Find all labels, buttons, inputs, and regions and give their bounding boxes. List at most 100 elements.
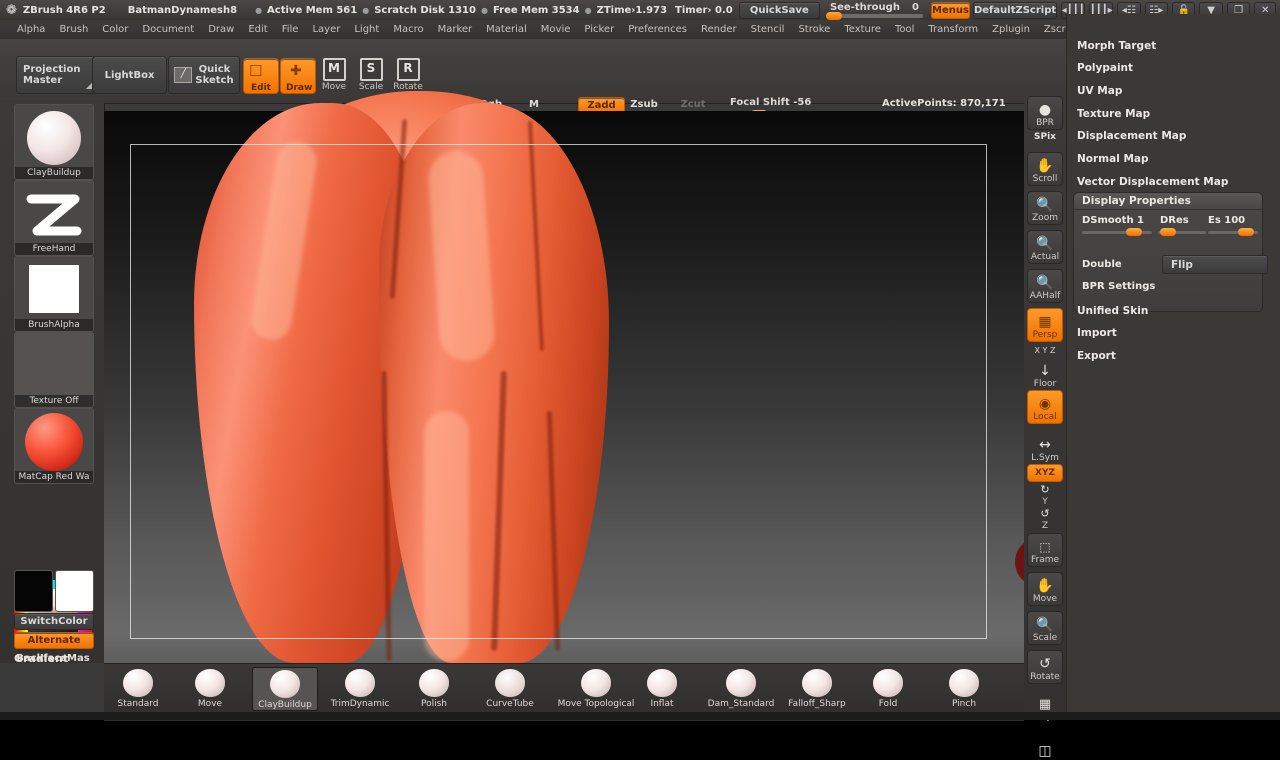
xyz-button[interactable]: XYZ bbox=[1027, 464, 1063, 482]
aahalf-button[interactable]: 🔍 AAHalf bbox=[1027, 269, 1063, 303]
menu-item-color[interactable]: Color bbox=[95, 20, 135, 39]
current-texture-thumb[interactable]: Texture Off bbox=[14, 332, 94, 408]
menu-item-marker[interactable]: Marker bbox=[431, 20, 480, 39]
zoom-button[interactable]: 🔍 Zoom bbox=[1027, 191, 1063, 225]
rotate-z-button[interactable]: ↺ Z bbox=[1027, 507, 1063, 532]
menu-item-macro[interactable]: Macro bbox=[386, 20, 430, 39]
move-mode-button[interactable]: M Move bbox=[318, 58, 350, 92]
gizmo-scale-button[interactable]: 🔍 Scale bbox=[1027, 611, 1063, 645]
brush-item-claybuildup[interactable]: ClayBuildup bbox=[252, 667, 318, 711]
palette-item-export[interactable]: Export bbox=[1077, 350, 1116, 362]
local-button[interactable]: ◉ Local bbox=[1027, 390, 1063, 424]
menu-item-picker[interactable]: Picker bbox=[577, 20, 621, 39]
menus-toggle-button[interactable]: Menus bbox=[931, 1, 970, 19]
palette-item-unified-skin[interactable]: Unified Skin bbox=[1077, 305, 1148, 317]
menu-item-tool[interactable]: Tool bbox=[888, 20, 921, 39]
brush-item-dam-standard[interactable]: Dam_Standard bbox=[702, 667, 780, 709]
menu-item-light[interactable]: Light bbox=[347, 20, 386, 39]
palette-item-polypaint[interactable]: Polypaint bbox=[1077, 62, 1133, 74]
zcut-button[interactable]: Zcut bbox=[678, 97, 708, 112]
menu-item-texture[interactable]: Texture bbox=[837, 20, 888, 39]
secondary-color-swatch[interactable] bbox=[55, 570, 94, 612]
bpr-button[interactable]: ● BPR bbox=[1027, 96, 1063, 130]
current-material-thumb[interactable]: MatCap Red Wa bbox=[14, 408, 94, 484]
double-label[interactable]: Double bbox=[1082, 259, 1122, 270]
rotate-mode-button[interactable]: R Rotate bbox=[392, 58, 424, 92]
actual-size-button[interactable]: 🔍 Actual bbox=[1027, 230, 1063, 264]
transparency-button[interactable]: ◫ bbox=[1027, 726, 1063, 760]
es-track[interactable] bbox=[1208, 228, 1258, 236]
menu-item-preferences[interactable]: Preferences bbox=[621, 20, 694, 39]
switch-color-button[interactable]: SwitchColor bbox=[14, 613, 94, 630]
frame-button[interactable]: ⬚ Frame bbox=[1027, 533, 1063, 567]
quick-sketch-button[interactable]: ╱ Quick Sketch bbox=[168, 56, 240, 94]
menu-item-movie[interactable]: Movie bbox=[534, 20, 578, 39]
palette-item-uv-map[interactable]: UV Map bbox=[1077, 85, 1122, 97]
menu-item-stencil[interactable]: Stencil bbox=[744, 20, 792, 39]
floor-button[interactable]: ↓ Floor bbox=[1027, 356, 1063, 390]
palette-item-normal-map[interactable]: Normal Map bbox=[1077, 153, 1149, 165]
menu-item-file[interactable]: File bbox=[275, 20, 306, 39]
current-alpha-thumb[interactable]: BrushAlpha bbox=[14, 256, 94, 332]
menu-item-draw[interactable]: Draw bbox=[201, 20, 241, 39]
zsub-button[interactable]: Zsub bbox=[628, 97, 660, 112]
palette-item-vector-displacement-map[interactable]: Vector Displacement Map bbox=[1077, 176, 1228, 188]
menu-item-document[interactable]: Document bbox=[135, 20, 201, 39]
local-symmetry-button[interactable]: ↔ L.Sym bbox=[1027, 430, 1063, 464]
perspective-button[interactable]: ▦ Persp bbox=[1027, 308, 1063, 342]
palette-item-texture-map[interactable]: Texture Map bbox=[1077, 108, 1150, 120]
current-stroke-thumb[interactable]: FreeHand bbox=[14, 180, 94, 256]
quicksave-button[interactable]: QuickSave bbox=[738, 1, 820, 19]
rotate-y-button[interactable]: ↻ Y bbox=[1027, 483, 1063, 508]
palette-item-morph-target[interactable]: Morph Target bbox=[1077, 40, 1156, 52]
brush-item-polish[interactable]: Polish bbox=[402, 667, 466, 709]
gizmo-move-button[interactable]: ✋ Move bbox=[1027, 572, 1063, 606]
flip-button[interactable]: Flip bbox=[1162, 255, 1268, 274]
see-through-track[interactable] bbox=[825, 12, 924, 20]
canvas-area[interactable]: ✚ bbox=[104, 91, 1065, 663]
menu-item-edit[interactable]: Edit bbox=[241, 20, 274, 39]
menu-item-layer[interactable]: Layer bbox=[305, 20, 347, 39]
palette-item-displacement-map[interactable]: Displacement Map bbox=[1077, 130, 1186, 142]
bpr-settings-label[interactable]: BPR Settings bbox=[1082, 281, 1155, 292]
see-through-knob[interactable] bbox=[825, 12, 842, 20]
backface-mask-button[interactable]: BackfaceMas bbox=[14, 651, 92, 666]
primary-color-swatch[interactable] bbox=[14, 570, 53, 612]
menu-item-brush[interactable]: Brush bbox=[52, 20, 95, 39]
brush-item-move[interactable]: Move bbox=[178, 667, 242, 709]
m-button[interactable]: M bbox=[525, 97, 543, 112]
brush-item-inflat[interactable]: Inflat bbox=[630, 667, 694, 709]
brush-item-pinch[interactable]: Pinch bbox=[932, 667, 996, 709]
display-properties-title[interactable]: Display Properties bbox=[1074, 193, 1262, 210]
dres-track[interactable] bbox=[1158, 228, 1206, 236]
brush-item-standard[interactable]: Standard bbox=[106, 667, 170, 709]
brush-item-move-topological[interactable]: Move Topological bbox=[552, 667, 640, 709]
alternate-button[interactable]: Alternate bbox=[14, 632, 94, 649]
draw-mode-button[interactable]: ✚ Draw bbox=[280, 58, 316, 94]
menu-item-alpha[interactable]: Alpha bbox=[10, 20, 52, 39]
menu-item-transform[interactable]: Transform bbox=[921, 20, 985, 39]
lightbox-button[interactable]: LightBox bbox=[92, 56, 167, 94]
menu-item-render[interactable]: Render bbox=[694, 20, 744, 39]
axis-label[interactable]: X Y Z bbox=[1027, 346, 1063, 355]
brush-item-trimdynamic[interactable]: TrimDynamic bbox=[328, 667, 392, 709]
scroll-button[interactable]: ✋ Scroll bbox=[1027, 152, 1063, 186]
menu-item-material[interactable]: Material bbox=[479, 20, 534, 39]
zscript-button[interactable]: DefaultZScript bbox=[972, 1, 1058, 19]
projection-master-button[interactable]: Projection Master ◢ bbox=[16, 56, 97, 94]
spix-label[interactable]: SPix bbox=[1027, 132, 1063, 142]
gizmo-rotate-button[interactable]: ↺ Rotate bbox=[1027, 650, 1063, 684]
brush-item-falloff-sharp[interactable]: Falloff_Sharp bbox=[776, 667, 858, 709]
dsmooth-knob[interactable] bbox=[1126, 228, 1142, 236]
viewport[interactable]: ✚ bbox=[104, 91, 1065, 663]
brush-item-curvetube[interactable]: CurveTube bbox=[478, 667, 542, 709]
dres-knob[interactable] bbox=[1160, 228, 1176, 236]
brush-item-fold[interactable]: Fold bbox=[856, 667, 920, 709]
current-brush-thumb[interactable]: ClayBuildup bbox=[14, 104, 94, 180]
es-knob[interactable] bbox=[1238, 228, 1254, 236]
palette-item-import[interactable]: Import bbox=[1077, 327, 1117, 339]
menu-item-zplugin[interactable]: Zplugin bbox=[985, 20, 1037, 39]
scale-mode-button[interactable]: S Scale bbox=[355, 58, 387, 92]
menu-item-stroke[interactable]: Stroke bbox=[791, 20, 837, 39]
see-through-slider[interactable]: See-through 0 bbox=[825, 2, 924, 20]
